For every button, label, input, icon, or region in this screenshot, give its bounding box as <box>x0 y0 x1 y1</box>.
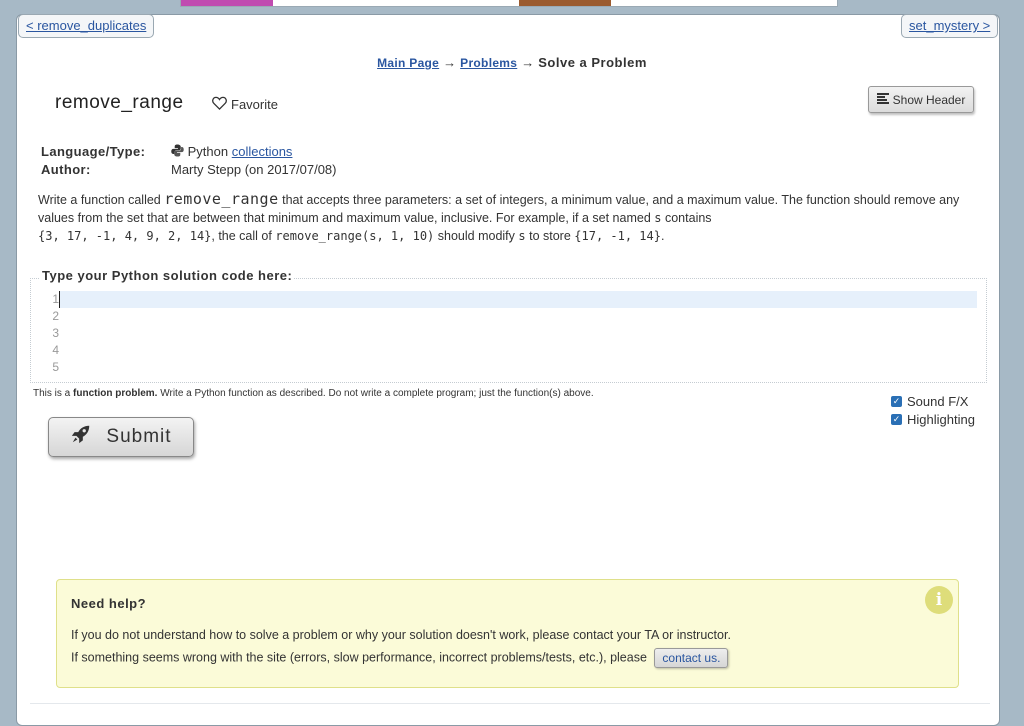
desc-code: remove_range(s, 1, 10) <box>275 229 435 243</box>
help-box: Need help? i If you do not understand ho… <box>56 579 959 688</box>
note-text: This is a <box>33 388 71 399</box>
function-problem-note: This is a function problem. Write a Pyth… <box>33 388 594 399</box>
line-number: 5 <box>52 360 59 374</box>
desc-function-name: remove_range <box>164 190 279 208</box>
favorite-button[interactable]: Favorite <box>212 96 278 113</box>
desc-text: to store <box>529 229 571 243</box>
desc-text: Write a function called <box>38 193 161 207</box>
desc-text: should modify <box>437 229 515 243</box>
author-value: Marty Stepp (on 2017/07/08) <box>171 162 337 177</box>
rocket-icon <box>70 423 92 451</box>
favorite-label: Favorite <box>231 97 278 112</box>
desc-code: {17, -1, 14} <box>574 229 661 243</box>
line-number: 4 <box>52 343 59 357</box>
language-value: Python collections <box>171 144 292 159</box>
highlighting-label: Highlighting <box>907 411 975 427</box>
show-header-label: Show Header <box>892 92 966 107</box>
heart-icon <box>212 96 227 113</box>
help-line-2-text: If something seems wrong with the site (… <box>71 650 647 665</box>
language-row: Language/Type: Python collections <box>41 144 292 159</box>
language-python: Python <box>187 144 229 159</box>
top-banner <box>180 0 838 7</box>
breadcrumb-arrow-icon: → <box>521 55 535 70</box>
sound-fx-label: Sound F/X <box>907 393 969 409</box>
sound-fx-checkbox[interactable]: ✓ Sound F/X <box>891 392 975 410</box>
desc-code: s <box>518 229 526 243</box>
breadcrumb-arrow-icon: → <box>443 55 457 70</box>
options-panel: ✓ Sound F/X ✓ Highlighting <box>891 392 975 428</box>
note-text: Write a Python function as described. Do… <box>160 388 594 399</box>
breadcrumb-main-page[interactable]: Main Page <box>377 56 439 70</box>
desc-code: s <box>654 211 662 225</box>
language-label: Language/Type: <box>41 144 146 159</box>
submit-button[interactable]: Submit <box>48 417 194 457</box>
checkbox-checked-icon[interactable]: ✓ <box>891 413 902 425</box>
code-editor-legend: Type your Python solution code here: <box>40 268 295 283</box>
help-line-2: If something seems wrong with the site (… <box>71 648 729 668</box>
author-row: Author: Marty Stepp (on 2017/07/08) <box>41 162 337 177</box>
next-problem-link[interactable]: set_mystery > <box>901 14 999 38</box>
python-icon <box>171 144 188 159</box>
breadcrumb-current: Solve a Problem <box>538 55 647 70</box>
desc-text: . <box>660 229 665 243</box>
code-input-area[interactable] <box>59 291 977 379</box>
author-label: Author: <box>41 162 91 177</box>
problem-description: Write a function called remove_range tha… <box>38 190 968 245</box>
help-title: Need help? <box>71 596 147 611</box>
line-number: 2 <box>52 309 59 323</box>
desc-text: contains <box>664 211 712 225</box>
list-icon <box>876 92 889 107</box>
line-number: 3 <box>52 326 59 340</box>
banner-image-left <box>181 0 273 6</box>
breadcrumb: Main Page → Problems → Solve a Problem <box>0 55 1024 70</box>
contact-us-button[interactable]: contact us. <box>654 648 729 668</box>
active-line-highlight <box>59 291 977 308</box>
highlighting-checkbox[interactable]: ✓ Highlighting <box>891 410 975 428</box>
breadcrumb-problems[interactable]: Problems <box>460 56 517 70</box>
desc-text: , the call of <box>211 229 272 243</box>
help-line-1: If you do not understand how to solve a … <box>71 628 731 642</box>
submit-label: Submit <box>106 426 172 447</box>
problem-title: remove_range <box>55 92 184 113</box>
text-cursor <box>59 291 60 308</box>
note-bold: function problem. <box>73 388 158 399</box>
info-icon: i <box>925 586 953 614</box>
line-number-gutter: 1 2 3 4 5 <box>43 291 59 376</box>
line-number: 1 <box>52 292 59 306</box>
prev-problem-link[interactable]: < remove_duplicates <box>18 14 155 38</box>
code-editor[interactable]: 1 2 3 4 5 <box>30 278 987 383</box>
show-header-button[interactable]: Show Header <box>868 86 974 113</box>
desc-code: {3, 17, -1, 4, 9, 2, 14} <box>38 229 212 243</box>
banner-image-right <box>519 0 611 6</box>
checkbox-checked-icon[interactable]: ✓ <box>891 395 902 407</box>
language-link-collections[interactable]: collections <box>232 144 293 159</box>
